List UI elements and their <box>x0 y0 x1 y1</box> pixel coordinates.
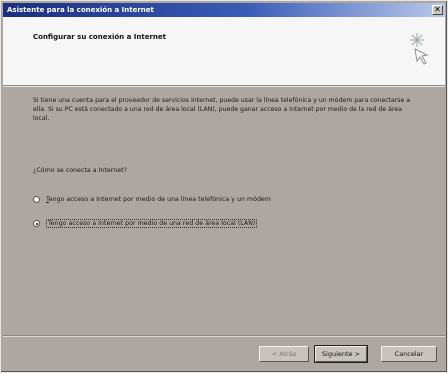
option-lan[interactable]: Tengo acceso a Internet por medio de una… <box>33 219 258 228</box>
back-button[interactable]: < Atrás <box>259 346 309 362</box>
cancel-button[interactable]: Cancelar <box>381 346 437 362</box>
close-icon: ✕ <box>434 5 441 14</box>
radio-modem[interactable] <box>33 196 40 203</box>
header-divider <box>3 86 445 87</box>
next-button[interactable]: Siguiente > <box>314 345 368 363</box>
option-lan-label: Tengo acceso a Internet por medio de una… <box>46 219 258 228</box>
page-title: Configurar su conexión a Internet <box>33 33 166 41</box>
close-button[interactable]: ✕ <box>432 5 443 15</box>
wizard-window: Asistente para la conexión a Internet ✕ … <box>0 0 448 373</box>
window-title: Asistente para la conexión a Internet <box>7 6 154 14</box>
sparkle-icon <box>410 33 429 65</box>
intro-text: Si tiene una cuenta para el proveedor de… <box>33 97 411 122</box>
title-bar[interactable]: Asistente para la conexión a Internet ✕ <box>3 3 445 17</box>
radio-lan[interactable] <box>33 220 40 227</box>
question-label: ¿Cómo se conecta a Internet? <box>33 167 127 174</box>
option-modem-label: Tengo acceso a Internet por medio de una… <box>46 196 271 203</box>
option-modem[interactable]: Tengo acceso a Internet por medio de una… <box>33 196 271 203</box>
wizard-header: Configurar su conexión a Internet <box>3 17 445 86</box>
